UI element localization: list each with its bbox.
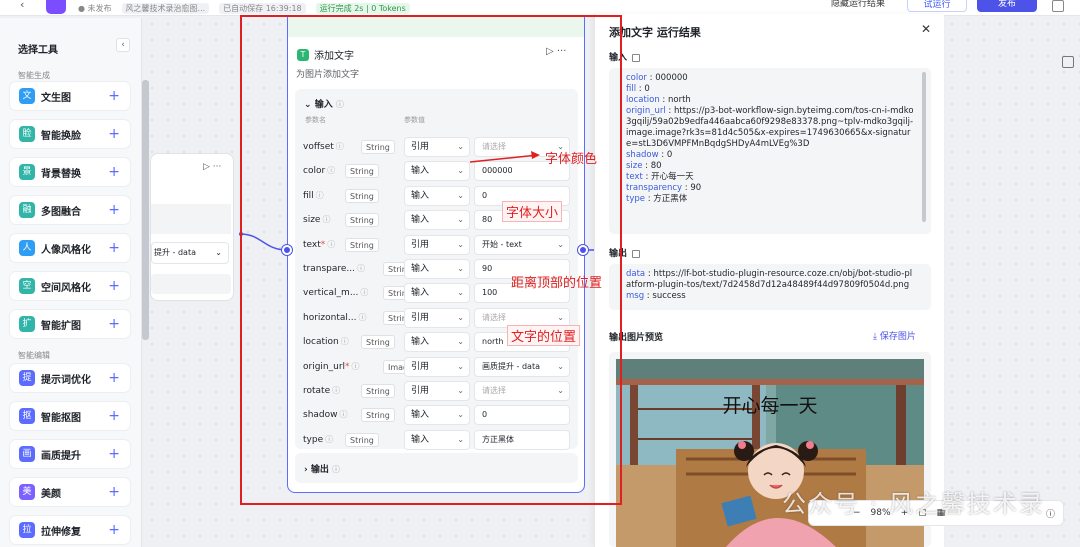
annotation-text-position: 文字的位置 <box>507 325 581 346</box>
annotation-top-distance: 距离顶部的位置 <box>511 276 603 291</box>
annotation-font-color: 字体颜色 <box>545 152 598 167</box>
watermark: 公众号 · 风之馨技术录 <box>782 490 1045 518</box>
annotation-font-size: 字体大小 <box>502 201 563 222</box>
help-icon[interactable]: ⓘ <box>1046 507 1055 520</box>
